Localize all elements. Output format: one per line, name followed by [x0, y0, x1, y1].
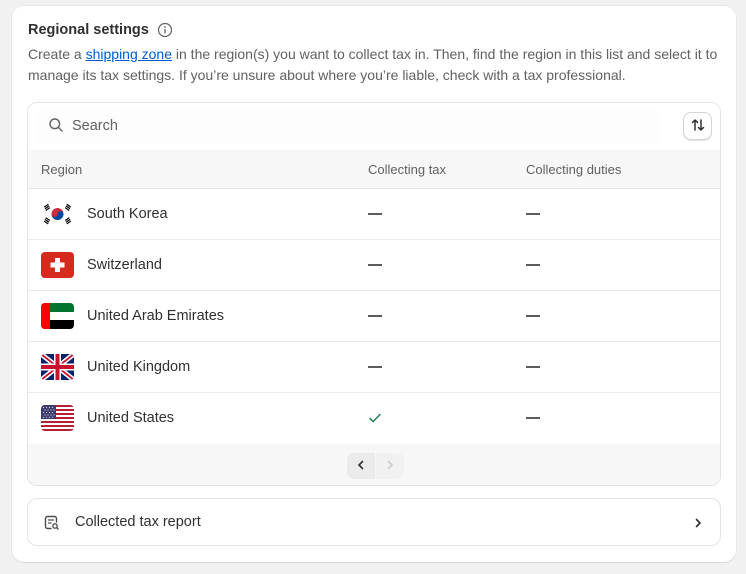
next-page-button[interactable] — [376, 453, 404, 479]
table-header: Region Collecting tax Collecting duties — [28, 150, 720, 189]
search-input[interactable] — [72, 118, 632, 134]
table-row[interactable]: United States — [28, 393, 720, 444]
table-row[interactable]: South Korea — [28, 189, 720, 240]
uk-flag-icon — [41, 354, 74, 380]
collecting-check-icon — [368, 411, 382, 425]
not-collecting-dash-icon — [368, 264, 382, 266]
regions-table: Region Collecting tax Collecting duties — [27, 102, 721, 486]
region-name: Switzerland — [87, 257, 162, 273]
section-title: Regional settings — [28, 22, 149, 38]
region-name: United States — [87, 410, 175, 426]
info-icon[interactable] — [157, 22, 173, 38]
chevron-right-icon — [384, 458, 396, 474]
pagination — [28, 444, 720, 485]
collected-tax-report-link[interactable]: Collected tax report — [27, 498, 721, 546]
title-row: Regional settings — [28, 22, 173, 38]
region-name: United Arab Emirates — [87, 308, 225, 324]
shipping-zone-link[interactable]: shipping zone — [86, 46, 172, 62]
table-row[interactable]: United Kingdom — [28, 342, 720, 393]
uae-flag-icon — [41, 303, 74, 329]
header-collecting-tax: Collecting tax — [368, 162, 447, 177]
previous-page-button[interactable] — [347, 453, 375, 479]
section-description: Create a shipping zone in the region(s) … — [28, 44, 728, 86]
not-collecting-dash-icon — [526, 264, 540, 266]
us-flag-icon — [41, 405, 74, 431]
not-collecting-dash-icon — [526, 417, 540, 419]
search-field[interactable] — [36, 109, 660, 143]
sort-arrows-icon — [690, 117, 706, 136]
description-text: Create a — [28, 46, 86, 62]
region-name: South Korea — [87, 206, 168, 222]
table-row[interactable]: Switzerland — [28, 240, 720, 291]
report-search-icon — [43, 514, 60, 531]
report-label: Collected tax report — [75, 514, 201, 530]
header-collecting-duties: Collecting duties — [526, 162, 622, 177]
table-body: South Korea Switzerland United Arab Emir… — [28, 189, 720, 444]
not-collecting-dash-icon — [526, 315, 540, 317]
regional-settings-card: Regional settings Create a shipping zone… — [12, 6, 736, 562]
table-row[interactable]: United Arab Emirates — [28, 291, 720, 342]
not-collecting-dash-icon — [368, 315, 382, 317]
south-korea-flag-icon — [41, 201, 74, 227]
not-collecting-dash-icon — [368, 213, 382, 215]
search-bar — [28, 103, 720, 150]
header-region: Region — [41, 162, 83, 177]
pagination-buttons — [347, 453, 404, 479]
not-collecting-dash-icon — [526, 366, 540, 368]
sort-button[interactable] — [683, 112, 712, 140]
not-collecting-dash-icon — [368, 366, 382, 368]
search-icon — [48, 117, 64, 136]
region-name: United Kingdom — [87, 359, 191, 375]
chevron-left-icon — [355, 458, 367, 474]
switzerland-flag-icon — [41, 252, 74, 278]
not-collecting-dash-icon — [526, 213, 540, 215]
chevron-right-icon — [692, 516, 704, 528]
